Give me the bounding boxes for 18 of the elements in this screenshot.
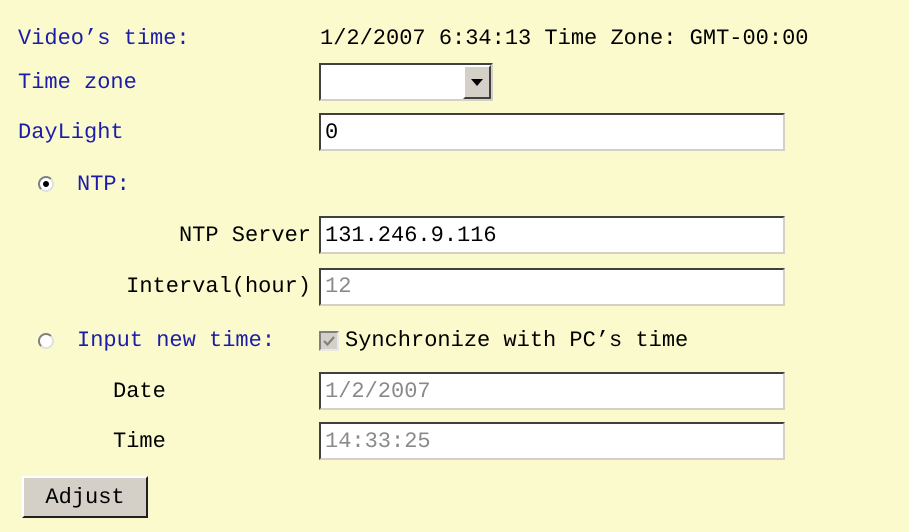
radio-button[interactable] xyxy=(38,176,54,192)
radio-label[interactable]: NTP: xyxy=(77,168,130,200)
field-label: Time xyxy=(113,428,166,456)
field-label: NTP Server xyxy=(178,222,311,250)
time-zone-dropdown[interactable] xyxy=(319,63,493,101)
checkbox-label: Synchronize with PC’s time xyxy=(345,327,688,355)
field-label: Date xyxy=(113,378,166,406)
field-label: Interval(hour) xyxy=(126,273,311,301)
text-field[interactable]: 131.246.9.116 xyxy=(319,216,785,254)
field-label: DayLight xyxy=(18,118,125,146)
video-time-text: 1/2/2007 6:34:13 Time Zone: GMT-00:00 xyxy=(320,24,808,52)
adjust-button[interactable]: Adjust xyxy=(22,476,148,518)
field-label: Time zone xyxy=(18,68,138,96)
checkmark-icon xyxy=(323,334,335,346)
text-field[interactable]: 0 xyxy=(319,113,785,151)
field-label: Video’s time: xyxy=(18,24,191,52)
radio-label[interactable]: Input new time: xyxy=(77,324,319,357)
radio-button[interactable] xyxy=(38,332,54,348)
